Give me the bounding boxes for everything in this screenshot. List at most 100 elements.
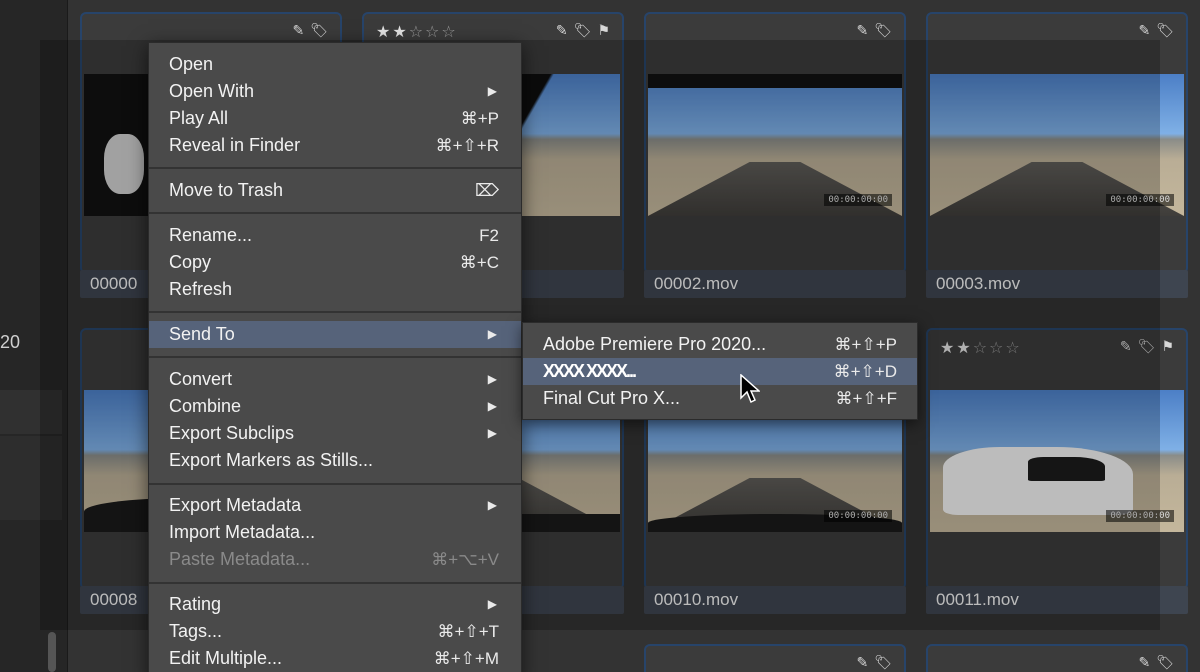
menu-item-label: Move to Trash: [169, 180, 284, 200]
submenu-item-premiere[interactable]: Adobe Premiere Pro 2020... ⌘+⇧+P: [523, 331, 917, 358]
tag-icon: 🏷: [874, 654, 892, 670]
clip-tile[interactable]: ✎ 🏷: [926, 644, 1188, 672]
tile-badges: ✎ 🏷: [856, 22, 892, 39]
menu-separator: [149, 311, 521, 313]
menu-item-play-all[interactable]: Play All ⌘+P: [149, 105, 521, 132]
submenu-arrow-icon: ▶: [487, 597, 497, 611]
left-panel-band: [0, 436, 62, 520]
tile-badges: ✎ 🏷: [1138, 22, 1174, 39]
menu-item-send-to[interactable]: Send To ▶: [149, 321, 521, 348]
menu-shortcut: ⌘+⇧+M: [433, 649, 499, 668]
menu-item-label: Import Metadata...: [169, 522, 316, 542]
clip-tile[interactable]: ★★☆☆☆ ✎ 🏷 ⚑ 00:00:00:00 00011.mov: [926, 328, 1188, 614]
clip-tile[interactable]: ✎ 🏷: [644, 644, 906, 672]
clip-thumbnail: 00:00:00:00: [930, 390, 1184, 532]
menu-item-refresh[interactable]: Refresh: [149, 276, 521, 303]
menu-item-label: Final Cut Pro X...: [543, 388, 681, 408]
menu-item-label: Rating: [169, 594, 222, 614]
menu-item-open[interactable]: Open: [149, 51, 521, 78]
menu-item-export-metadata[interactable]: Export Metadata ▶: [149, 492, 521, 519]
thumbnail-road: [648, 162, 902, 216]
clip-filename: 00010.mov: [644, 586, 906, 614]
menu-shortcut: F2: [479, 226, 499, 245]
tag-icon: 🏷: [1156, 654, 1174, 670]
menu-shortcut: ⌘+⇧+P: [834, 335, 897, 354]
menu-item-convert[interactable]: Convert ▶: [149, 366, 521, 393]
tag-icon: 🏷: [1156, 22, 1174, 38]
menu-item-label: XXXX XXXX...: [543, 361, 637, 381]
pencil-icon: ✎: [856, 654, 869, 670]
tag-icon: 🏷: [310, 22, 328, 38]
clip-filename: 00003.mov: [926, 270, 1188, 298]
submenu-item-final-cut[interactable]: Final Cut Pro X... ⌘+⇧+F: [523, 385, 917, 412]
pencil-icon: ✎: [555, 22, 568, 38]
menu-item-label: Edit Multiple...: [169, 648, 283, 668]
left-scrollbar[interactable]: [48, 632, 56, 672]
pencil-icon: ✎: [292, 22, 305, 38]
menu-shortcut: ⌘+⇧+F: [835, 389, 897, 408]
clip-timecode: 00:00:00:00: [824, 194, 892, 206]
clip-tile[interactable]: ✎ 🏷 00:00:00:00 00002.mov: [644, 12, 906, 298]
tile-badges: ✎ 🏷: [856, 654, 892, 671]
menu-item-label: Export Markers as Stills...: [169, 450, 374, 470]
menu-item-edit-multiple[interactable]: Edit Multiple... ⌘+⇧+M: [149, 645, 521, 672]
flag-icon: ⚑: [1161, 338, 1174, 354]
menu-item-combine[interactable]: Combine ▶: [149, 393, 521, 420]
tag-icon: 🏷: [573, 22, 592, 38]
menu-item-rating[interactable]: Rating ▶: [149, 591, 521, 618]
submenu-item-redacted[interactable]: XXXX XXXX... ⌘+⇧+D: [523, 358, 917, 385]
menu-item-label: Combine: [169, 396, 242, 416]
menu-item-label: Tags...: [169, 621, 223, 641]
menu-item-label: Export Metadata: [169, 495, 302, 515]
menu-item-label: Export Subclips: [169, 423, 295, 443]
clip-filename: 00011.mov: [926, 586, 1188, 614]
menu-separator: [149, 356, 521, 358]
submenu-arrow-icon: ▶: [487, 327, 497, 341]
context-menu: Open Open With ▶ Play All ⌘+P Reveal in Fi…: [148, 42, 522, 672]
clip-thumbnail: 00:00:00:00: [648, 74, 902, 216]
tag-icon: 🏷: [1137, 338, 1156, 354]
tag-icon: 🏷: [874, 22, 892, 38]
menu-item-copy[interactable]: Copy ⌘+C: [149, 249, 521, 276]
menu-separator: [149, 483, 521, 485]
menu-item-label: Rename...: [169, 225, 253, 245]
menu-shortcut: ⌘+⇧+T: [437, 622, 499, 641]
submenu-arrow-icon: ▶: [487, 498, 497, 512]
menu-item-move-to-trash[interactable]: Move to Trash ⌦: [149, 177, 521, 204]
tile-badges: ✎ 🏷 ⚑: [1120, 338, 1174, 355]
menu-item-export-subclips[interactable]: Export Subclips ▶: [149, 420, 521, 447]
submenu-arrow-icon: ▶: [487, 426, 497, 440]
send-to-submenu: Adobe Premiere Pro 2020... ⌘+⇧+P XXXX XXX…: [522, 322, 918, 420]
star-rating[interactable]: ★★☆☆☆: [376, 22, 458, 42]
clip-filename: 00002.mov: [644, 270, 906, 298]
menu-item-label: Open With: [169, 81, 255, 101]
menu-item-label: Refresh: [169, 279, 233, 299]
tile-badges: ✎ 🏷: [1138, 654, 1174, 671]
menu-item-paste-metadata: Paste Metadata... ⌘+⌥+V: [149, 546, 521, 573]
tile-badges: ✎ 🏷: [292, 22, 328, 39]
pencil-icon: ✎: [1138, 654, 1151, 670]
clip-timecode: 00:00:00:00: [824, 510, 892, 522]
menu-item-tags[interactable]: Tags... ⌘+⇧+T: [149, 618, 521, 645]
menu-item-label: Adobe Premiere Pro 2020...: [543, 334, 767, 354]
menu-item-open-with[interactable]: Open With ▶: [149, 78, 521, 105]
pencil-icon: ✎: [856, 22, 869, 38]
menu-shortcut: ⌘+P: [460, 109, 499, 128]
menu-item-label: Open: [169, 54, 214, 74]
menu-shortcut: ⌘+⇧+R: [435, 136, 499, 155]
submenu-arrow-icon: ▶: [487, 399, 497, 413]
menu-item-import-metadata[interactable]: Import Metadata...: [149, 519, 521, 546]
menu-shortcut: ⌘+C: [459, 253, 499, 272]
clip-tile[interactable]: ✎ 🏷 00:00:00:00 00003.mov: [926, 12, 1188, 298]
menu-item-reveal-in-finder[interactable]: Reveal in Finder ⌘+⇧+R: [149, 132, 521, 159]
left-panel-band: [0, 390, 62, 434]
menu-separator: [149, 582, 521, 584]
flag-icon: ⚑: [597, 22, 610, 38]
menu-separator: [149, 167, 521, 169]
white-car: [942, 446, 1134, 515]
menu-item-export-markers[interactable]: Export Markers as Stills...: [149, 447, 521, 474]
menu-item-rename[interactable]: Rename... F2: [149, 222, 521, 249]
tile-badges: ✎ 🏷 ⚑: [556, 22, 610, 39]
star-rating[interactable]: ★★☆☆☆: [940, 338, 1022, 358]
menu-item-label: Copy: [169, 252, 212, 272]
